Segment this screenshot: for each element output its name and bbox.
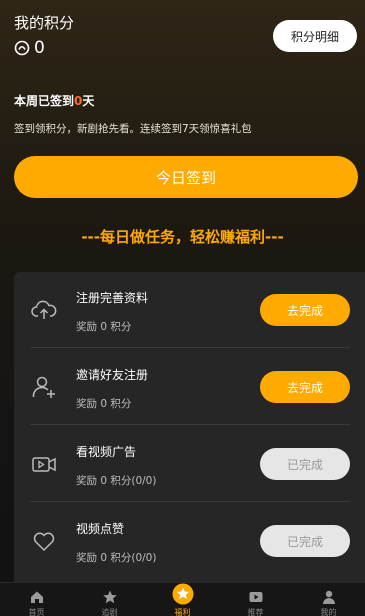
task-completed-button[interactable]: 已完成 [260, 525, 350, 557]
star-icon [102, 590, 117, 604]
task-go-complete-button[interactable]: 去完成 [260, 294, 350, 326]
gift-star-icon [172, 583, 193, 605]
checkin-description: 签到领积分，新剧抢先看。连续签到7天领惊喜礼包 [14, 123, 252, 135]
tab-follow[interactable]: 追剧 [73, 583, 146, 616]
task-name: 看视频广告 [76, 445, 137, 459]
task-name: 邀请好友注册 [76, 368, 149, 382]
weekly-checkin-status: 本周已签到0天 [14, 92, 94, 109]
task-reward: 奖励 0 积分(0/0) [76, 475, 157, 487]
tab-label: 首页 [28, 608, 45, 616]
tab-welfare[interactable]: 福利 [146, 583, 219, 616]
video-icon [32, 457, 56, 472]
points-coin-icon [14, 40, 30, 56]
user-icon [322, 590, 335, 604]
tab-recommend[interactable]: 推荐 [219, 583, 292, 616]
task-reward: 奖励 0 积分 [76, 398, 132, 410]
play-icon [249, 592, 262, 602]
cloud-upload-icon [31, 300, 57, 319]
home-icon [30, 591, 43, 603]
points-detail-button[interactable]: 积分明细 [273, 20, 357, 52]
tab-mine[interactable]: 我的 [292, 583, 365, 616]
tab-label: 我的 [320, 608, 337, 616]
task-item: 看视频广告 奖励 0 积分(0/0) 已完成 [30, 426, 350, 502]
task-item: 注册完善资料 奖励 0 积分 去完成 [30, 272, 350, 348]
task-slogan: ---每日做任务，轻松赚福利--- [81, 228, 284, 246]
task-item: 视频点赞 奖励 0 积分(0/0) 已完成 [30, 503, 350, 579]
add-user-icon [32, 376, 55, 398]
week-prefix: 本周已签到 [14, 94, 75, 108]
week-suffix: 天 [82, 94, 95, 108]
tab-label: 追剧 [101, 608, 118, 616]
tab-label: 福利 [174, 608, 191, 616]
bottom-tab-bar: 首页 追剧 福利 推荐 我的 [0, 582, 365, 616]
tab-label: 推荐 [247, 608, 264, 616]
heart-icon [33, 532, 55, 552]
points-value: 0 [34, 38, 45, 58]
daily-checkin-button[interactable]: 今日签到 [14, 156, 358, 198]
page-title: 我的积分 [14, 14, 75, 32]
task-reward: 奖励 0 积分(0/0) [76, 552, 157, 564]
task-name: 注册完善资料 [76, 291, 149, 305]
task-completed-button[interactable]: 已完成 [260, 448, 350, 480]
points-display: 0 [14, 38, 45, 58]
task-reward: 奖励 0 积分 [76, 321, 132, 333]
task-name: 视频点赞 [76, 522, 125, 536]
task-item: 邀请好友注册 奖励 0 积分 去完成 [30, 349, 350, 425]
task-list: 注册完善资料 奖励 0 积分 去完成 邀请好友注册 奖励 0 积分 去完成 看视… [14, 272, 365, 592]
task-go-complete-button[interactable]: 去完成 [260, 371, 350, 403]
tab-home[interactable]: 首页 [0, 583, 73, 616]
